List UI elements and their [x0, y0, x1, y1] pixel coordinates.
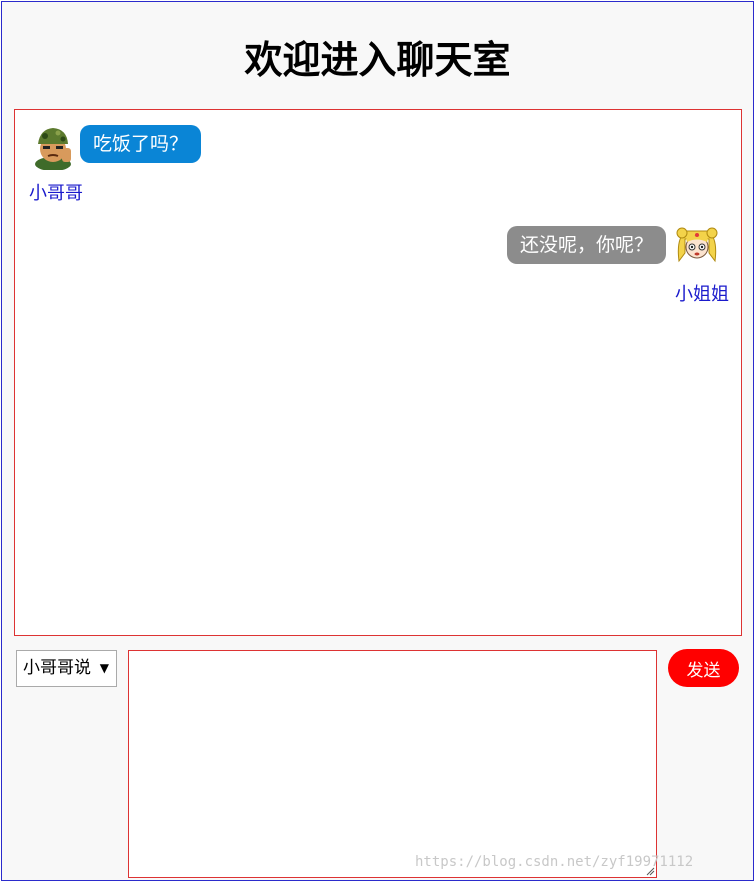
page-title: 欢迎进入聊天室: [244, 38, 511, 82]
message-item: 吃饭了吗？ 小哥哥: [15, 110, 741, 210]
chat-history-panel[interactable]: 吃饭了吗？ 小哥哥 还没呢，你呢？ 小姐姐: [14, 109, 742, 636]
speaker-select-value: 小哥哥说: [23, 658, 91, 678]
message-item: 还没呢，你呢？ 小姐姐: [15, 210, 741, 310]
dropdown-arrow-icon: ▼: [99, 661, 109, 675]
speaker-select[interactable]: 小哥哥说 ▼: [16, 650, 117, 687]
sender-name: 小哥哥: [29, 183, 83, 204]
message-input[interactable]: [128, 650, 657, 878]
watermark-text: https://blog.csdn.net/zyf19971112: [415, 854, 694, 870]
send-button[interactable]: 发送: [668, 649, 739, 687]
message-bubble: 吃饭了吗？: [80, 125, 202, 163]
sender-name: 小姐姐: [675, 284, 729, 305]
message-bubble: 还没呢，你呢？: [506, 226, 666, 264]
sailor-girl-avatar-icon: [674, 223, 720, 269]
soldier-avatar-icon: [30, 124, 76, 171]
chat-room-window: 欢迎进入聊天室 吃饭了吗？ 小哥哥 还没呢，你呢？ 小姐姐 小哥哥说 ▼ 发送 …: [1, 1, 754, 881]
